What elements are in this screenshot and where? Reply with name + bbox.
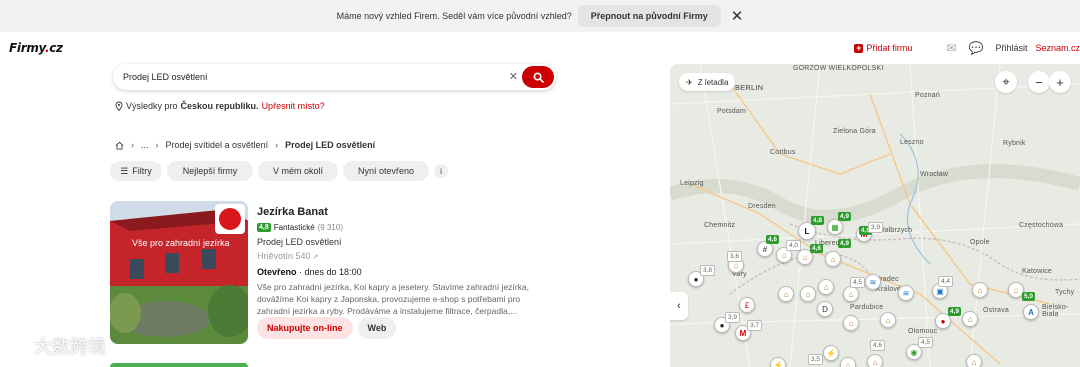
open-now-filter[interactable]: Nyní otevřeno: [343, 161, 429, 181]
banner-text: Máme nový vzhled Firem. Seděl vám více p…: [336, 11, 572, 21]
map-pin[interactable]: ⌂: [966, 354, 982, 367]
mail-icon[interactable]: ✉: [946, 41, 956, 55]
chevron-right-icon: ›: [275, 140, 279, 150]
rating-count[interactable]: (9 310): [318, 223, 343, 232]
old-design-banner: Máme nový vzhled Firem. Seděl vám více p…: [0, 0, 1080, 32]
breadcrumb-ellipsis[interactable]: ...: [141, 140, 149, 150]
results-location: Výsledky pro Českou republiku. Upřesnit …: [115, 101, 325, 111]
svg-text:Vše pro zahradní jezírka: Vše pro zahradní jezírka: [132, 238, 230, 248]
result-actions: Nakupujte on-line Web: [257, 317, 401, 339]
map-pin[interactable]: ⌂: [840, 357, 856, 367]
sliders-icon: ☰: [120, 165, 129, 176]
map-pin[interactable]: ⌂: [800, 286, 816, 302]
map-pin[interactable]: ⌂: [962, 311, 978, 327]
watermark: 大数跨境: [10, 333, 106, 359]
breadcrumb-current: Prodej LED osvětlení: [285, 140, 376, 150]
rating-label: Fantastické: [273, 223, 315, 232]
map-pin[interactable]: ⌂: [867, 354, 883, 367]
opening-hours: Otevřeno · dnes do 18:00: [257, 267, 362, 277]
search-icon: [533, 72, 544, 83]
shop-online-button[interactable]: Nakupujte on-line: [257, 317, 353, 339]
filters-button[interactable]: ☰ Filtry: [110, 161, 162, 181]
close-icon[interactable]: ✕: [731, 9, 744, 24]
map-pin[interactable]: A: [1023, 304, 1039, 320]
map[interactable]: GORZÓW WIELKOPOLSKI BERLIN Poznań Potsda…: [670, 64, 1080, 367]
result-card: Jezírka Banat 4,8 Fantastické (9 310) Pr…: [257, 206, 557, 317]
map-pin[interactable]: ⌂: [843, 286, 859, 302]
login-link[interactable]: Přihlásit: [995, 43, 1027, 53]
map-pin[interactable]: ⚡: [823, 345, 839, 361]
best-firms-filter[interactable]: Nejlepší firmy: [167, 161, 253, 181]
header-actions: + Přidat firmu ✉ 💬 Přihlásit Seznam.cz: [854, 40, 1080, 56]
collapse-map-icon[interactable]: ‹: [670, 292, 688, 320]
map-pin[interactable]: D: [817, 301, 833, 317]
search-input[interactable]: [123, 72, 503, 82]
result-address[interactable]: Hněvotín 540 ↗: [257, 251, 557, 261]
airplane-icon: ✈: [686, 77, 693, 87]
add-firm-link[interactable]: + Přidat firmu: [854, 43, 912, 53]
breadcrumb: › ... › Prodej svítidel a osvětlení › Pr…: [115, 140, 375, 150]
next-result-photo[interactable]: [110, 363, 248, 367]
chat-icon[interactable]: 💬: [969, 41, 984, 55]
map-pin[interactable]: ⚡: [770, 357, 786, 367]
result-description: Vše pro zahradní jezírka, Koi kapry a je…: [257, 282, 529, 316]
refine-location-link[interactable]: Upřesnit místo?: [262, 101, 325, 111]
company-logo: [215, 204, 245, 234]
location-pin-icon: [115, 101, 123, 111]
rating-score: 4,8: [257, 223, 271, 232]
chevron-right-icon: ›: [131, 140, 134, 150]
firmy-logo[interactable]: Firmy.cz: [9, 41, 63, 55]
filter-bar: ☰ Filtry Nejlepší firmy V mém okolí Nyní …: [110, 161, 448, 181]
external-link-icon: ↗: [312, 254, 319, 261]
result-photo[interactable]: Vše pro zahradní jezírka: [110, 201, 248, 344]
web-button[interactable]: Web: [357, 317, 397, 339]
clear-icon[interactable]: ✕: [509, 70, 518, 83]
map-pin[interactable]: ▦: [827, 219, 843, 235]
switch-old-design-button[interactable]: Přepnout na původní Firmy: [577, 5, 721, 27]
seznam-link[interactable]: Seznam.cz: [1035, 43, 1080, 53]
map-pin[interactable]: ⌂: [880, 312, 896, 328]
result-category: Prodej LED osvětlení: [257, 237, 342, 247]
map-pin[interactable]: ⌂: [843, 315, 859, 331]
locate-me-icon[interactable]: ⌖: [995, 71, 1017, 93]
chevron-right-icon: ›: [155, 140, 159, 150]
zoom-out-button[interactable]: −: [1028, 71, 1050, 93]
rating: 4,8 Fantastické (9 310): [257, 223, 557, 232]
map-pin[interactable]: ⌂: [778, 286, 794, 302]
map-pin[interactable]: ⌂: [972, 282, 988, 298]
map-pin[interactable]: ≋: [898, 285, 914, 301]
zoom-in-button[interactable]: +: [1049, 71, 1071, 93]
search-button[interactable]: [522, 66, 554, 88]
result-title[interactable]: Jezírka Banat: [257, 206, 557, 218]
aerial-view-button[interactable]: ✈ Z letadla: [679, 73, 736, 91]
search-bar: ✕: [113, 64, 556, 90]
info-icon[interactable]: i: [434, 164, 448, 178]
home-icon: [115, 141, 124, 150]
map-pin[interactable]: ⌂: [825, 251, 841, 267]
plus-icon: +: [854, 42, 864, 53]
map-pin[interactable]: £: [739, 297, 755, 313]
map-pin[interactable]: ⌂: [818, 279, 834, 295]
nearby-filter[interactable]: V mém okolí: [258, 161, 338, 181]
map-pin[interactable]: ≋: [865, 274, 881, 290]
breadcrumb-parent[interactable]: Prodej svítidel a osvětlení: [166, 140, 269, 150]
